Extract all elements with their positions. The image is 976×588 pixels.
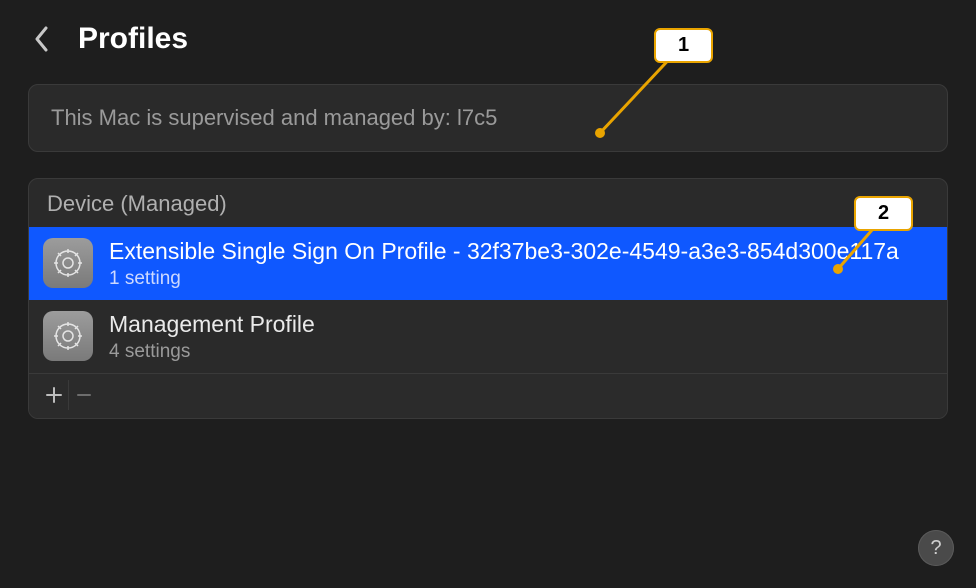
chevron-left-icon	[34, 26, 50, 52]
profile-title: Extensible Single Sign On Profile - 32f3…	[109, 237, 899, 266]
profile-row[interactable]: Management Profile 4 settings	[29, 300, 947, 373]
plus-icon	[46, 387, 62, 403]
profiles-list-footer	[29, 373, 947, 418]
header-bar: Profiles	[0, 0, 976, 74]
callout-label: 1	[654, 28, 713, 63]
supervision-notice-panel: This Mac is supervised and managed by: l…	[28, 84, 948, 152]
page-title: Profiles	[78, 22, 188, 56]
profiles-section-header: Device (Managed)	[29, 179, 947, 227]
help-icon: ?	[930, 537, 941, 560]
profiles-list-panel: Device (Managed) Extensible Single Si	[28, 178, 948, 419]
profile-text: Management Profile 4 settings	[109, 310, 315, 363]
callout-label: 2	[854, 196, 913, 231]
help-button[interactable]: ?	[918, 530, 954, 566]
gear-icon	[43, 238, 93, 288]
back-button[interactable]	[28, 25, 56, 53]
profile-row[interactable]: Extensible Single Sign On Profile - 32f3…	[29, 227, 947, 300]
remove-profile-button[interactable]	[69, 380, 99, 410]
supervision-notice-text: This Mac is supervised and managed by: l…	[29, 85, 947, 151]
gear-icon	[43, 311, 93, 361]
add-profile-button[interactable]	[39, 380, 69, 410]
profile-text: Extensible Single Sign On Profile - 32f3…	[109, 237, 899, 290]
profile-title: Management Profile	[109, 310, 315, 339]
profile-subtitle: 1 setting	[109, 268, 899, 290]
minus-icon	[76, 387, 92, 403]
profile-subtitle: 4 settings	[109, 341, 315, 363]
